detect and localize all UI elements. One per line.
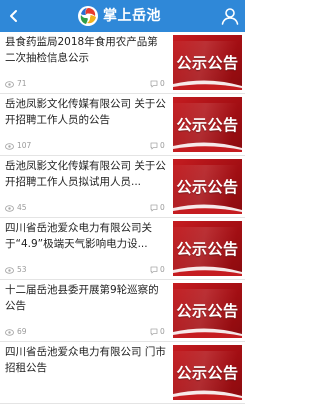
comment-icon	[150, 142, 158, 150]
list-item[interactable]: 十二届岳池县委开展第9轮巡察的公告 69 0 公示公告	[0, 280, 245, 342]
news-thumbnail[interactable]: 公示公告	[173, 159, 242, 214]
thumbnail-label: 公示公告	[176, 54, 239, 72]
news-thumbnail[interactable]: 公示公告	[173, 221, 242, 276]
news-title: 十二届岳池县委开展第9轮巡察的公告	[5, 284, 159, 312]
comment-icon	[150, 204, 158, 212]
news-title: 四川省岳池爱众电力有限公司 门市招租公告	[5, 346, 166, 374]
page-title: 掌上岳池	[103, 8, 161, 24]
eye-icon	[5, 142, 14, 150]
comment-count-value: 0	[160, 203, 165, 212]
comment-count: 0	[150, 141, 165, 151]
view-count-value: 53	[17, 265, 27, 274]
view-count: 71	[5, 79, 27, 89]
view-count-value: 107	[17, 141, 32, 150]
comment-count-value: 0	[160, 327, 165, 336]
view-count: 69	[5, 327, 27, 337]
back-button[interactable]	[2, 4, 26, 28]
news-list: 县食药监局2018年食用农产品第二次抽检信息公示 71 0 公示公告 岳池凤影文…	[0, 32, 245, 404]
user-icon[interactable]	[219, 5, 241, 27]
list-item[interactable]: 四川省岳池爱众电力有限公司 门市招租公告 公示公告	[0, 342, 245, 404]
app-header: 掌上岳池	[0, 0, 245, 32]
app-logo-icon	[78, 6, 98, 26]
thumbnail-label: 公示公告	[176, 240, 239, 258]
comment-count-value: 0	[160, 141, 165, 150]
view-count-value: 69	[17, 327, 27, 336]
eye-icon	[5, 328, 14, 336]
comment-icon	[150, 328, 158, 336]
comment-icon	[150, 266, 158, 274]
comment-count: 0	[150, 203, 165, 213]
comment-count-value: 0	[160, 265, 165, 274]
news-thumbnail[interactable]: 公示公告	[173, 97, 242, 152]
eye-icon	[5, 204, 14, 212]
list-item[interactable]: 县食药监局2018年食用农产品第二次抽检信息公示 71 0 公示公告	[0, 32, 245, 94]
view-count: 45	[5, 203, 27, 213]
eye-icon	[5, 80, 14, 88]
list-item[interactable]: 岳池凤影文化传媒有限公司 关于公开招聘工作人员的公告 107 0 公示公告	[0, 94, 245, 156]
thumbnail-label: 公示公告	[176, 302, 239, 320]
news-thumbnail[interactable]: 公示公告	[173, 283, 242, 338]
thumbnail-label: 公示公告	[176, 178, 239, 196]
news-title: 县食药监局2018年食用农产品第二次抽检信息公示	[5, 36, 158, 64]
list-item[interactable]: 岳池凤影文化传媒有限公司 关于公开招聘工作人员拟试用人员... 45 0 公示公…	[0, 156, 245, 218]
comment-count: 0	[150, 265, 165, 275]
comment-count: 0	[150, 79, 165, 89]
news-title: 岳池凤影文化传媒有限公司 关于公开招聘工作人员拟试用人员...	[5, 160, 166, 188]
news-thumbnail[interactable]: 公示公告	[173, 35, 242, 90]
view-count: 107	[5, 141, 31, 151]
comment-icon	[150, 80, 158, 88]
chevron-left-icon	[10, 10, 17, 22]
thumbnail-label: 公示公告	[176, 116, 239, 134]
list-item[interactable]: 四川省岳池爱众电力有限公司关于“4.9”极端天气影响电力设... 53 0 公示…	[0, 218, 245, 280]
news-title: 岳池凤影文化传媒有限公司 关于公开招聘工作人员的公告	[5, 98, 166, 126]
news-thumbnail[interactable]: 公示公告	[173, 345, 242, 400]
view-count-value: 71	[17, 79, 27, 88]
news-title: 四川省岳池爱众电力有限公司关于“4.9”极端天气影响电力设...	[5, 222, 152, 250]
eye-icon	[5, 266, 14, 274]
view-count: 53	[5, 265, 27, 275]
comment-count-value: 0	[160, 79, 165, 88]
view-count-value: 45	[17, 203, 27, 212]
comment-count: 0	[150, 327, 165, 337]
thumbnail-label: 公示公告	[176, 364, 239, 382]
